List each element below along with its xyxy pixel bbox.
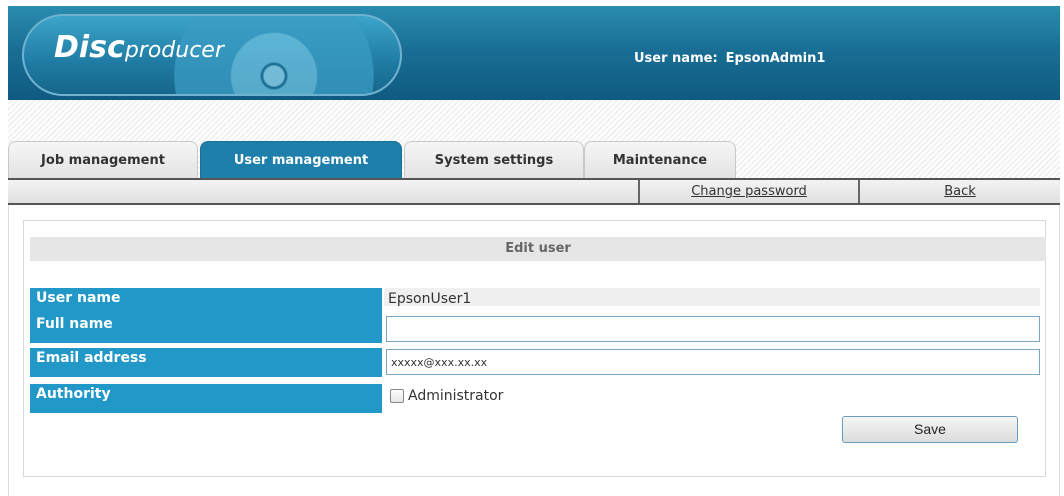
email-address-label: Email address — [30, 348, 382, 379]
user-name-row-bg — [384, 288, 1040, 306]
user-name-value: EpsonUser1 — [388, 291, 472, 307]
administrator-label: Administrator — [408, 388, 504, 404]
user-name-label: User name: — [634, 51, 718, 66]
tab-user-management[interactable]: User management — [200, 141, 402, 178]
tab-maintenance[interactable]: Maintenance — [584, 141, 736, 178]
user-name-value: EpsonAdmin1 — [725, 51, 826, 66]
logo-disc-text: Disc — [54, 30, 125, 65]
app-header: Discproducer User name: EpsonAdmin1 — [8, 6, 1060, 100]
back-link[interactable]: Back — [860, 180, 1060, 203]
panel-title: Edit user — [30, 237, 1046, 261]
full-name-label: Full name — [30, 314, 382, 345]
administrator-checkbox[interactable] — [390, 389, 404, 403]
tab-system-settings[interactable]: System settings — [404, 141, 584, 178]
sub-navigation-bar: Change password Back — [8, 178, 1060, 205]
change-password-link[interactable]: Change password — [640, 180, 858, 203]
current-user: User name: EpsonAdmin1 — [634, 51, 825, 66]
full-name-input[interactable] — [386, 316, 1040, 342]
logo-producer-text: producer — [124, 38, 224, 63]
logo: Discproducer — [22, 14, 402, 96]
email-address-input[interactable] — [386, 349, 1040, 375]
authority-label: Authority — [30, 384, 382, 415]
administrator-checkbox-control[interactable]: Administrator — [390, 388, 503, 404]
save-button[interactable]: Save — [842, 416, 1018, 443]
logo-text: Discproducer — [54, 30, 224, 65]
tab-job-management[interactable]: Job management — [8, 141, 198, 178]
